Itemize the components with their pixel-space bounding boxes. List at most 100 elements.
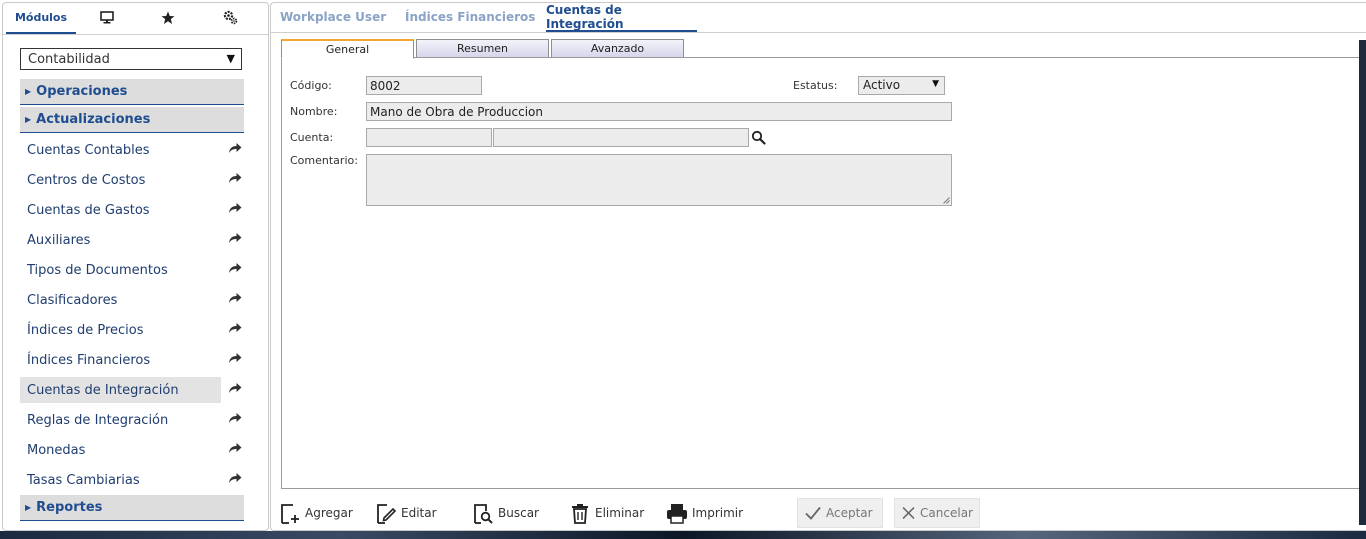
- section-operaciones-label: Operaciones: [36, 84, 128, 99]
- module-select[interactable]: Contabilidad ▼: [20, 48, 242, 70]
- check-icon: [805, 506, 821, 520]
- taskbar-strip: [0, 531, 1366, 539]
- tab-indices-financieros[interactable]: Índices Financieros: [405, 3, 535, 30]
- section-actualizaciones[interactable]: ▶ Actualizaciones: [20, 107, 244, 133]
- printer-icon: [667, 504, 687, 524]
- sidebar-tabs: Módulos: [3, 3, 268, 35]
- edit-icon: [377, 504, 397, 524]
- sidebar-item-tipos-de-documentos[interactable]: Tipos de Documentos: [20, 257, 244, 283]
- estatus-value: Activo: [863, 78, 901, 92]
- eliminar-label: Eliminar: [595, 506, 645, 520]
- sidebar-item-label: Tasas Cambiarias: [27, 472, 140, 488]
- aceptar-label: Aceptar: [826, 506, 873, 520]
- caret-right-icon: ▶: [25, 115, 32, 124]
- share-arrow-icon: [229, 443, 242, 453]
- subtab-resumen[interactable]: Resumen: [416, 39, 549, 58]
- cancelar-label: Cancelar: [920, 506, 973, 520]
- share-arrow-icon: [229, 143, 242, 153]
- sidebar-item-indices-financieros[interactable]: Índices Financieros: [20, 347, 244, 373]
- buscar-label: Buscar: [498, 506, 539, 520]
- nombre-field[interactable]: [366, 102, 952, 121]
- document-tabs: Workplace User Índices Financieros Cuent…: [271, 3, 1366, 33]
- tab-favorites[interactable]: [138, 3, 198, 32]
- tab-workplace-user[interactable]: Workplace User: [280, 3, 386, 30]
- share-arrow-icon: [229, 293, 242, 303]
- tab-modulos-label: Módulos: [14, 11, 68, 24]
- section-operaciones[interactable]: ▶ Operaciones: [20, 79, 244, 105]
- chevron-down-icon: ▼: [226, 52, 235, 65]
- add-document-icon: [281, 504, 299, 524]
- editar-label: Editar: [401, 506, 437, 520]
- search-document-icon: [474, 504, 493, 524]
- sidebar-item-label: Centros de Costos: [27, 172, 146, 188]
- sidebar-item-reglas-de-integracion[interactable]: Reglas de Integración: [20, 407, 244, 433]
- form-panel: [281, 57, 1366, 489]
- eliminar-button[interactable]: Eliminar: [569, 498, 644, 528]
- window-edge: [1359, 40, 1366, 525]
- subtab-general[interactable]: General: [281, 39, 414, 59]
- imprimir-button[interactable]: Imprimir: [666, 498, 743, 528]
- tab-label: Workplace User: [280, 9, 387, 24]
- cancelar-button[interactable]: Cancelar: [894, 498, 980, 528]
- sidebar-item-label: Monedas: [27, 442, 86, 458]
- share-arrow-icon: [229, 413, 242, 423]
- comentario-textarea[interactable]: [366, 154, 952, 206]
- tab-label: Índices Financieros: [405, 9, 536, 24]
- subtab-label: Avanzado: [590, 42, 645, 55]
- cuenta-code-field[interactable]: [366, 128, 492, 147]
- search-icon[interactable]: [751, 130, 766, 145]
- main-area: Workplace User Índices Financieros Cuent…: [270, 2, 1366, 531]
- sidebar-item-label: Índices Financieros: [27, 352, 151, 368]
- sidebar-item-label: Cuentas Contables: [27, 142, 150, 158]
- imprimir-label: Imprimir: [692, 506, 744, 520]
- chevron-down-icon: ▼: [932, 79, 939, 89]
- share-arrow-icon: [229, 203, 242, 213]
- buscar-button[interactable]: Buscar: [472, 498, 539, 528]
- sidebar-item-label: Cuentas de Integración: [27, 382, 179, 398]
- subtab-label: General: [325, 43, 370, 56]
- tab-label: Cuentas de Integración: [546, 2, 624, 31]
- tab-cuentas-de-integracion[interactable]: Cuentas de Integración: [546, 3, 697, 32]
- aceptar-button[interactable]: Aceptar: [797, 498, 883, 528]
- sidebar: Módulos Contabilidad ▼ ▶ Operaciones ▶ A…: [2, 2, 269, 531]
- sidebar-item-auxiliares[interactable]: Auxiliares: [20, 227, 244, 253]
- sidebar-item-clasificadores[interactable]: Clasificadores: [20, 287, 244, 313]
- estatus-label: Estatus:: [793, 79, 838, 92]
- sidebar-item-cuentas-contables[interactable]: Cuentas Contables: [20, 137, 244, 163]
- sidebar-item-label: Reglas de Integración: [27, 412, 169, 428]
- sidebar-item-label: Tipos de Documentos: [27, 262, 168, 278]
- codigo-label: Código:: [290, 79, 332, 92]
- caret-right-icon: ▶: [25, 87, 32, 96]
- estatus-select[interactable]: Activo ▼: [858, 76, 945, 95]
- share-arrow-icon: [229, 323, 242, 333]
- tab-modulos[interactable]: Módulos: [6, 3, 76, 34]
- agregar-label: Agregar: [305, 506, 353, 520]
- settings-icon: [223, 10, 238, 25]
- share-arrow-icon: [229, 233, 242, 243]
- sidebar-item-cuentas-de-gastos[interactable]: Cuentas de Gastos: [20, 197, 244, 223]
- sidebar-item-monedas[interactable]: Monedas: [20, 437, 244, 463]
- share-arrow-icon: [229, 263, 242, 273]
- editar-button[interactable]: Editar: [375, 498, 437, 528]
- resize-grip-icon[interactable]: [943, 197, 950, 204]
- cuenta-label: Cuenta:: [290, 131, 334, 144]
- subtab-label: Resumen: [456, 42, 509, 55]
- tab-monitor[interactable]: [76, 3, 138, 32]
- sidebar-item-cuentas-de-integracion[interactable]: Cuentas de Integración: [20, 377, 244, 403]
- section-reportes[interactable]: ▶ Reportes: [20, 495, 244, 521]
- subtab-avanzado[interactable]: Avanzado: [551, 39, 684, 58]
- sidebar-item-label: Auxiliares: [27, 232, 91, 248]
- tab-settings[interactable]: [198, 3, 263, 32]
- nombre-label: Nombre:: [290, 105, 338, 118]
- close-icon: [902, 507, 915, 519]
- sidebar-item-label: Cuentas de Gastos: [27, 202, 150, 218]
- cuenta-description-field[interactable]: [493, 128, 749, 147]
- sidebar-item-centros-de-costos[interactable]: Centros de Costos: [20, 167, 244, 193]
- sidebar-item-indices-de-precios[interactable]: Índices de Precios: [20, 317, 244, 343]
- comentario-label: Comentario:: [290, 154, 358, 167]
- codigo-field[interactable]: [366, 76, 482, 95]
- sidebar-item-tasas-cambiarias[interactable]: Tasas Cambiarias: [20, 467, 244, 493]
- share-arrow-icon: [229, 173, 242, 183]
- sidebar-item-label: Índices de Precios: [27, 322, 144, 338]
- agregar-button[interactable]: Agregar: [279, 498, 353, 528]
